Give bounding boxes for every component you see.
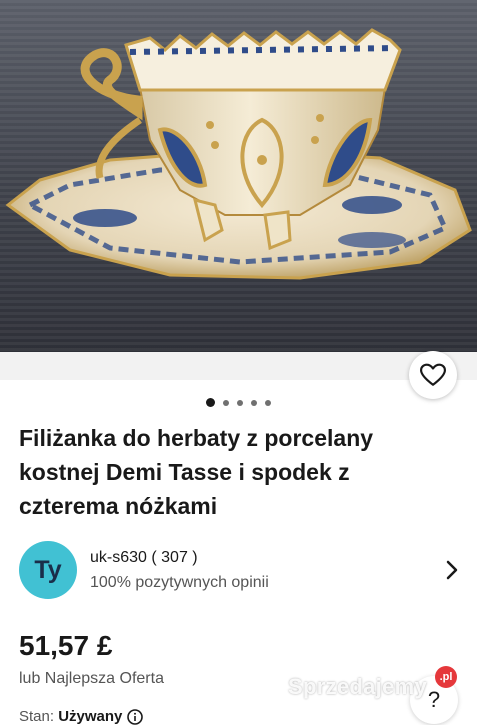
condition-value: Używany xyxy=(58,708,123,725)
condition-label: Stan: xyxy=(19,708,55,725)
condition-row: Stan: Używany xyxy=(19,708,143,725)
info-icon[interactable] xyxy=(126,709,143,725)
gallery-pagination[interactable] xyxy=(0,398,477,407)
seller-card[interactable]: Ty uk-s630 ( 307 ) 100% pozytywnych opin… xyxy=(19,541,459,601)
seller-feedback: 100% pozytywnych opinii xyxy=(90,574,269,591)
gallery-dot[interactable] xyxy=(237,399,243,406)
best-offer-label: lub Najlepsza Oferta xyxy=(19,670,164,687)
seller-name: uk-s630 ( 307 ) xyxy=(90,549,198,566)
product-photo[interactable] xyxy=(0,0,477,352)
watermark-text: Sprzedajemy xyxy=(288,674,428,699)
heart-icon xyxy=(420,363,446,386)
gallery-dot[interactable] xyxy=(251,399,257,406)
avatar: Ty xyxy=(19,541,77,599)
price: 51,57 £ xyxy=(19,630,113,661)
listing-title: Filiżanka do herbaty z porcelany kostnej… xyxy=(19,425,374,519)
question-icon: ? xyxy=(427,687,441,712)
teacup-image xyxy=(0,0,477,352)
gallery-dot[interactable] xyxy=(223,399,229,406)
watermark-badge: .pl xyxy=(435,666,457,688)
photo-divider-band xyxy=(0,352,477,380)
gallery-dot[interactable] xyxy=(265,399,271,406)
chevron-right-icon[interactable] xyxy=(445,559,459,581)
favorite-button[interactable] xyxy=(409,351,457,399)
gallery-dot[interactable] xyxy=(206,398,215,407)
